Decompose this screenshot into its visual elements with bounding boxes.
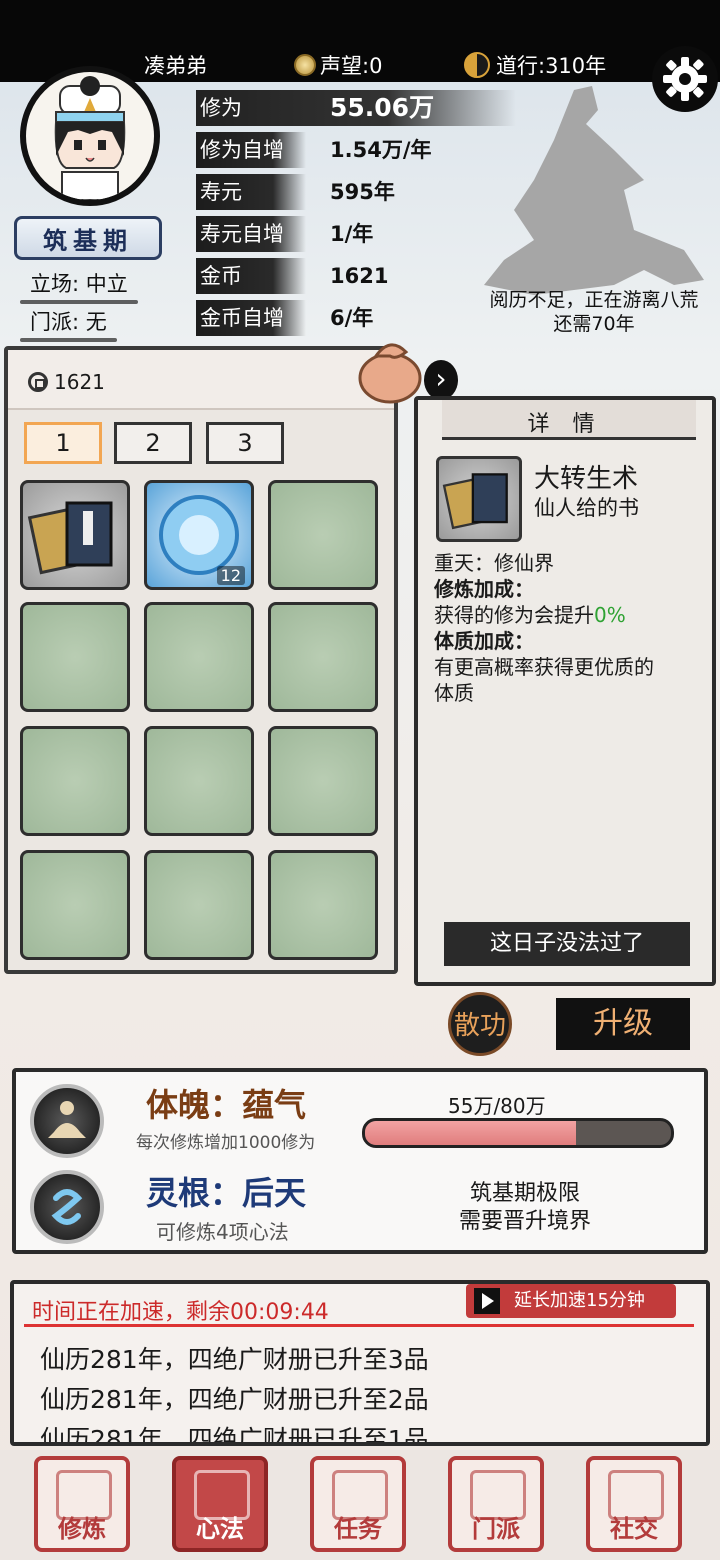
realm-badge: 筑基期: [14, 216, 162, 260]
nav-cultivate[interactable]: 修炼: [34, 1456, 130, 1552]
detail-phys-bonus-line-2: 体质: [434, 681, 474, 705]
speedup-status: 时间正在加速，剩余00:09:44: [32, 1300, 329, 1325]
bottom-nav: 修炼 心法 任务 门派 社交: [0, 1450, 720, 1560]
limit-line-2: 需要晋升境界: [458, 1209, 591, 1234]
stat-lifespan-rate: 寿元自增 1/年: [196, 216, 516, 252]
detail-train-bonus-label: 修炼加成：: [434, 577, 534, 601]
body-note: 每次修炼增加1000修为: [136, 1133, 316, 1153]
inventory-slot-empty[interactable]: [268, 602, 378, 712]
body-progress-text: 55万/80万: [448, 1094, 546, 1118]
log-line: 仙历281年，四绝广财册已升至3品: [40, 1345, 429, 1374]
inventory-coins: 1621: [28, 370, 105, 394]
extend-speedup-button[interactable]: 延长加速15分钟: [466, 1284, 676, 1318]
stat-label: 金币: [196, 258, 306, 294]
body-progress-fill: [365, 1121, 577, 1145]
nav-social[interactable]: 社交: [586, 1456, 682, 1552]
realm-limit-text: 筑基期极限 需要晋升境界: [420, 1180, 630, 1236]
daoxing-display: 道行:310年: [464, 50, 606, 80]
inventory-slot-book[interactable]: [20, 480, 130, 590]
inventory-tab-1[interactable]: 1: [24, 422, 102, 464]
travel-status: 阅历不足，正在游离八荒 还需70年: [474, 288, 714, 336]
book-icon: [442, 473, 508, 530]
yin-yang-icon: [464, 52, 490, 78]
inventory-tab-2[interactable]: 2: [114, 422, 192, 464]
inventory-slot-empty[interactable]: [268, 480, 378, 590]
stance-label: 立场: 中立: [20, 268, 138, 304]
inventory-header: 1621: [8, 350, 394, 410]
detail-item-subtitle: 仙人给的书: [534, 496, 639, 520]
root-note: 可修炼4项心法: [156, 1220, 289, 1244]
slot-count: 12: [216, 566, 245, 585]
reputation-display: 声望:0: [294, 50, 382, 80]
book-icon: [27, 501, 113, 575]
upgrade-button[interactable]: 升级: [556, 998, 690, 1050]
inventory-slot-orb[interactable]: 12: [144, 480, 254, 590]
detail-action-button[interactable]: 这日子没法过了: [444, 922, 690, 966]
log-line: 仙历281年，四绝广财册已升至2品: [40, 1385, 429, 1414]
inventory-slot-empty[interactable]: [144, 850, 254, 960]
travel-line-2: 还需70年: [553, 313, 635, 335]
detail-item-icon: [436, 456, 522, 542]
expand-arrow-button[interactable]: ›: [424, 360, 458, 400]
detail-train-bonus: 获得的修为会提升0%: [434, 603, 626, 627]
detail-phys-bonus-line-1: 有更高概率获得更优质的: [434, 655, 654, 679]
stat-label: 修为: [200, 96, 242, 120]
event-log-panel: 时间正在加速，剩余00:09:44 延长加速15分钟 仙历281年，四绝广财册已…: [10, 1280, 710, 1446]
detail-panel: 详 情 大转生术 仙人给的书 重天：修仙界 修炼加成： 获得的修为会提升0% 体…: [414, 396, 716, 986]
inventory-slot-empty[interactable]: [20, 850, 130, 960]
body-title: 体魄：蕴气: [146, 1086, 307, 1124]
disperse-button[interactable]: 散功: [448, 992, 512, 1056]
character-portrait: [54, 76, 126, 200]
inventory-slot-empty[interactable]: [20, 726, 130, 836]
meditation-icon: [30, 1084, 104, 1158]
stat-label: 金币自增: [196, 300, 306, 336]
stat-value: 55.06万: [330, 93, 435, 122]
player-name: 凑弟弟: [144, 54, 207, 78]
player-avatar[interactable]: [20, 66, 160, 206]
inventory-slot-empty[interactable]: [144, 602, 254, 712]
detail-realm-line: 重天：修仙界: [434, 551, 554, 575]
travel-line-1: 阅历不足，正在游离八荒: [489, 289, 699, 311]
inventory-slot-empty[interactable]: [144, 726, 254, 836]
detail-phys-bonus-label: 体质加成：: [434, 629, 534, 653]
play-icon: [474, 1288, 500, 1314]
stat-value: 1/年: [330, 222, 374, 246]
inventory-coins-value: 1621: [54, 370, 105, 394]
coin-icon: [294, 54, 316, 76]
detail-item-name: 大转生术: [534, 464, 639, 494]
stat-label: 寿元: [196, 174, 306, 210]
stat-label: 修为自增: [196, 132, 306, 168]
inventory-slot-empty[interactable]: [268, 850, 378, 960]
nav-sect[interactable]: 门派: [448, 1456, 544, 1552]
stat-value: 1621: [330, 264, 389, 288]
nav-methods[interactable]: 心法: [172, 1456, 268, 1552]
log-line: 仙历281年，四绝广财册已升至1品: [40, 1425, 429, 1446]
sect-label: 门派: 无: [20, 306, 117, 342]
coin-icon: [28, 372, 48, 392]
nav-tasks[interactable]: 任务: [310, 1456, 406, 1552]
reputation-text: 声望:0: [320, 54, 383, 78]
stat-cultivation-rate: 修为自增 1.54万/年: [196, 132, 516, 168]
inventory-slot-empty[interactable]: [20, 602, 130, 712]
stat-cultivation: 修为 55.06万: [196, 90, 516, 126]
stat-value: 1.54万/年: [330, 138, 432, 162]
stat-value: 595年: [330, 180, 395, 204]
stat-label: 寿元自增: [196, 216, 306, 252]
detail-title: 详 情: [527, 412, 603, 437]
root-title: 灵根：后天: [146, 1174, 307, 1212]
inventory-slot-empty[interactable]: [268, 726, 378, 836]
daoxing-text: 道行:310年: [496, 54, 607, 78]
spirit-root-icon: [30, 1170, 104, 1244]
train-bonus-value: 0%: [594, 603, 626, 627]
extend-speedup-label: 延长加速15分钟: [514, 1290, 645, 1311]
limit-line-1: 筑基期极限: [469, 1181, 580, 1206]
stat-lifespan: 寿元 595年: [196, 174, 516, 210]
bag-icon[interactable]: [356, 326, 428, 406]
inventory-tab-3[interactable]: 3: [206, 422, 284, 464]
stat-gold: 金币 1621: [196, 258, 516, 294]
body-progress-bar: [362, 1118, 674, 1148]
